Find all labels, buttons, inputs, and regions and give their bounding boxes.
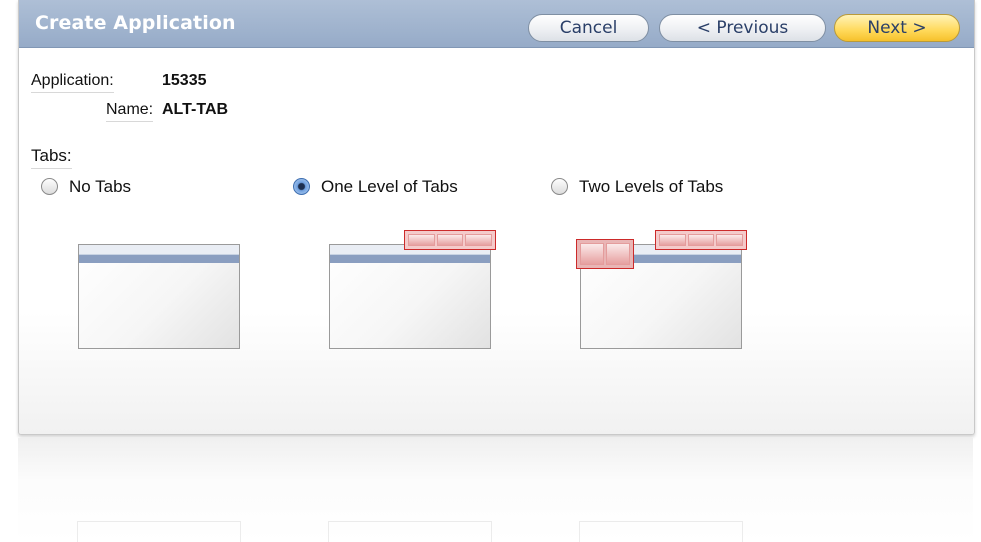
radio-two-levels-tabs[interactable]: [551, 178, 568, 195]
one-level-tabs-highlight: [404, 230, 496, 250]
panel-reflection: [18, 438, 973, 542]
next-button[interactable]: Next >: [834, 14, 960, 42]
name-label: Name:: [106, 101, 154, 122]
wizard-header: Create Application Cancel < Previous Nex…: [19, 0, 974, 48]
wizard-title: Create Application: [35, 12, 236, 34]
radio-label-one-level-tabs[interactable]: One Level of Tabs: [321, 177, 458, 197]
two-levels-top-tabs-highlight: [655, 230, 747, 250]
tabs-label: Tabs:: [31, 146, 72, 169]
cancel-button[interactable]: Cancel: [528, 14, 649, 42]
radio-label-no-tabs[interactable]: No Tabs: [69, 177, 131, 197]
radio-no-tabs[interactable]: [41, 178, 58, 195]
two-levels-side-tabs-highlight: [576, 239, 634, 269]
radio-label-two-levels-tabs[interactable]: Two Levels of Tabs: [579, 177, 723, 197]
previous-button[interactable]: < Previous: [659, 14, 826, 42]
application-label: Application:: [31, 72, 114, 93]
application-name-value: ALT-TAB: [162, 101, 229, 118]
radio-one-level-tabs[interactable]: [293, 178, 310, 195]
create-application-panel: Create Application Cancel < Previous Nex…: [18, 0, 975, 435]
no-tabs-preview-image[interactable]: [78, 244, 240, 349]
one-level-tabs-preview-image[interactable]: [329, 244, 491, 349]
application-id-value: 15335: [162, 72, 207, 89]
